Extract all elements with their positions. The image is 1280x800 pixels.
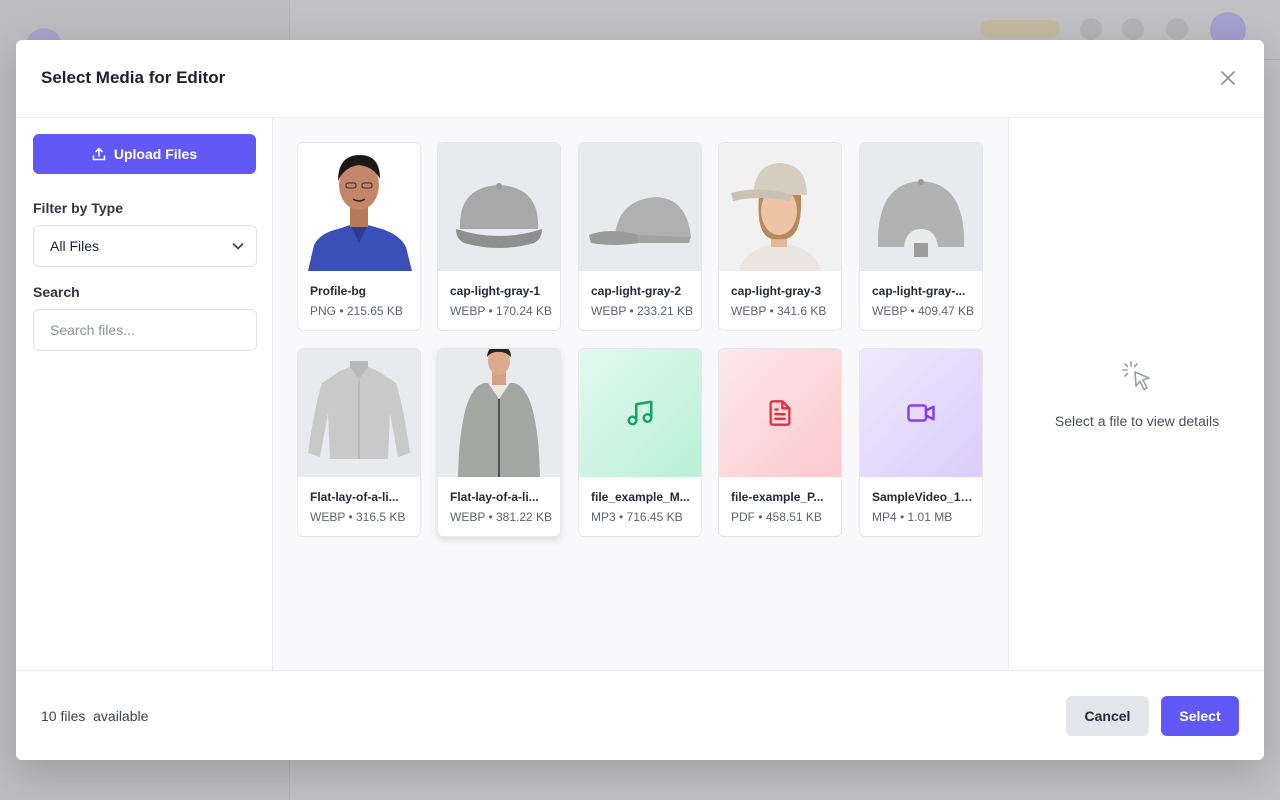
thumbnail-pdf <box>719 349 841 477</box>
file-details-panel: Select a file to view details <box>1008 118 1264 670</box>
close-button[interactable] <box>1216 66 1240 90</box>
media-card[interactable]: cap-light-gray-3 WEBP • 341.6 KB <box>718 142 842 331</box>
media-card[interactable]: Flat-lay-of-a-li... WEBP • 316.5 KB <box>297 348 421 537</box>
media-card[interactable]: cap-light-gray-2 WEBP • 233.21 KB <box>578 142 702 331</box>
video-camera-icon <box>907 404 935 422</box>
cursor-click-icon <box>1122 361 1150 391</box>
thumbnail-video <box>860 349 982 477</box>
upload-icon <box>92 147 106 161</box>
file-name: file_example_M... <box>591 490 690 504</box>
close-icon <box>1221 71 1235 85</box>
media-card[interactable]: Flat-lay-of-a-li... WEBP • 381.22 KB <box>437 348 561 537</box>
modal-title: Select Media for Editor <box>41 68 226 87</box>
file-meta: MP4 • 1.01 MB <box>872 510 953 524</box>
filter-type-select[interactable]: All Files <box>33 225 257 267</box>
file-name: cap-light-gray-... <box>872 284 966 298</box>
media-card[interactable]: file-example_P... PDF • 458.51 KB <box>718 348 842 537</box>
thumbnail-jacket <box>298 349 420 477</box>
document-icon <box>769 400 791 426</box>
file-meta: WEBP • 381.22 KB <box>450 510 553 524</box>
select-button[interactable]: Select <box>1161 696 1239 736</box>
file-meta: MP3 • 716.45 KB <box>591 510 683 524</box>
search-input[interactable] <box>33 309 257 351</box>
upload-files-label: Upload Files <box>113 146 198 162</box>
file-meta: WEBP • 233.21 KB <box>591 304 694 318</box>
filter-panel: Upload Files Filter by Type All Files Se… <box>16 118 273 670</box>
thumbnail-cap-side <box>579 143 701 271</box>
file-name: file-example_P... <box>731 490 824 504</box>
media-picker-modal: Select Media for Editor Upload Files Fil… <box>16 40 1264 760</box>
media-card[interactable]: file_example_M... MP3 • 716.45 KB <box>578 348 702 537</box>
file-meta: WEBP • 341.6 KB <box>731 304 827 318</box>
thumbnail-person <box>298 143 420 271</box>
media-card[interactable]: Profile-bg PNG • 215.65 KB <box>297 142 421 331</box>
thumbnail-jacket-model <box>438 349 560 477</box>
media-card[interactable]: SampleVideo_12... MP4 • 1.01 MB <box>859 348 983 537</box>
file-name: Flat-lay-of-a-li... <box>310 490 399 504</box>
file-meta: WEBP • 409.47 KB <box>872 304 975 318</box>
upload-files-button[interactable]: Upload Files <box>33 134 256 174</box>
modal-header: Select Media for Editor <box>16 40 1264 118</box>
files-count: 10 files available <box>41 708 149 724</box>
details-empty-text: Select a file to view details <box>1054 413 1220 429</box>
file-name: SampleVideo_12... <box>872 490 976 504</box>
thumbnail-cap-front <box>438 143 560 271</box>
file-meta: WEBP • 170.24 KB <box>450 304 553 318</box>
filter-type-value: All Files <box>50 238 100 254</box>
file-name: Flat-lay-of-a-li... <box>450 490 539 504</box>
file-name: cap-light-gray-2 <box>591 284 682 298</box>
filter-type-label: Filter by Type <box>33 200 123 216</box>
file-meta: WEBP • 316.5 KB <box>310 510 406 524</box>
file-name: cap-light-gray-3 <box>731 284 822 298</box>
modal-footer: 10 files available Cancel Select <box>16 670 1264 760</box>
thumbnail-cap-back <box>860 143 982 271</box>
music-note-icon <box>627 400 653 426</box>
search-label: Search <box>33 284 80 300</box>
thumbnail-cap-model <box>719 143 841 271</box>
media-card[interactable]: cap-light-gray-1 WEBP • 170.24 KB <box>437 142 561 331</box>
file-name: Profile-bg <box>310 284 366 298</box>
thumbnail-audio <box>579 349 701 477</box>
media-card[interactable]: cap-light-gray-... WEBP • 409.47 KB <box>859 142 983 331</box>
file-meta: PDF • 458.51 KB <box>731 510 822 524</box>
file-meta: PNG • 215.65 KB <box>310 304 403 318</box>
chevron-down-icon <box>232 243 244 250</box>
media-grid: Profile-bg PNG • 215.65 KB cap-light-gra… <box>273 118 1008 670</box>
cancel-button[interactable]: Cancel <box>1066 696 1149 736</box>
file-name: cap-light-gray-1 <box>450 284 541 298</box>
